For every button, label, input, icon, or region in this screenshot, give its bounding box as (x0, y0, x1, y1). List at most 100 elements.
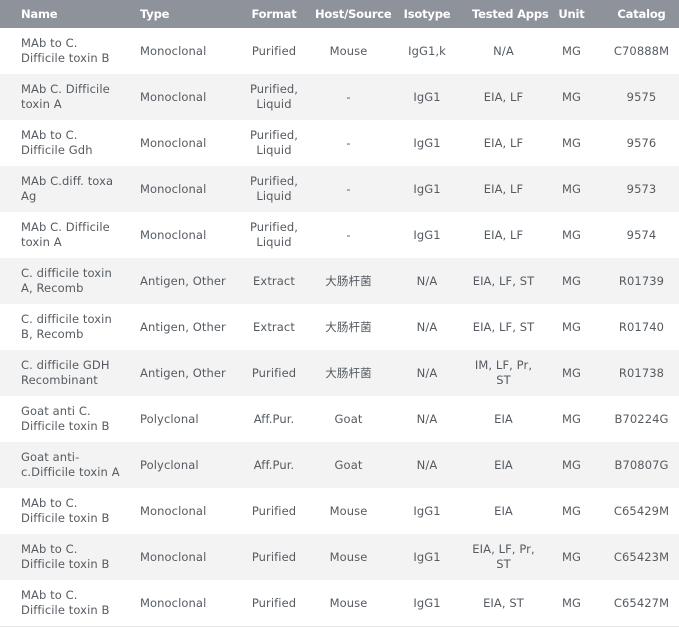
table-row[interactable]: MAb to C. Difficile toxin B Monoclonal Pur… (0, 580, 679, 626)
cell-host-source: - (346, 135, 351, 150)
cell-format: Purified (251, 503, 297, 518)
cell-name[interactable]: MAb to C. Difficile toxin B (0, 488, 130, 534)
cell-host-source: Goat (334, 411, 363, 426)
table-row[interactable]: C. difficile toxin B, Recomb Antigen, Oth… (0, 304, 679, 350)
cell-host-source: - (346, 181, 351, 196)
cell-catalog[interactable]: R01740 (604, 304, 679, 350)
cell-catalog[interactable]: 9576 (604, 120, 679, 166)
cell-isotype: IgG1 (413, 135, 441, 150)
cell-unit: MG (561, 319, 582, 334)
cell-type: Polyclonal (140, 411, 199, 426)
column-header-format[interactable]: Format (237, 0, 311, 28)
cell-unit: MG (561, 503, 582, 518)
cell-host-source: Goat (334, 457, 363, 472)
table-body: MAb to C. Difficile toxin B Monoclonal Pur… (0, 28, 679, 626)
cell-format: Extract (253, 319, 295, 334)
cell-catalog[interactable]: R01738 (604, 350, 679, 396)
cell-catalog[interactable]: B70224G (604, 396, 679, 442)
cell-name[interactable]: MAb C. Difficile toxin A (0, 74, 130, 120)
cell-host-source: Mouse (329, 549, 368, 564)
cell-format: Aff.Pur. (253, 411, 295, 426)
table-row[interactable]: Goat anti C. Difficile toxin B Polyclonal… (0, 396, 679, 442)
cell-type: Monoclonal (140, 43, 207, 58)
cell-name[interactable]: C. difficile GDH Recombinant (0, 350, 130, 396)
cell-host-source: - (346, 227, 351, 242)
cell-host-source: 大肠杆菌 (325, 319, 372, 334)
cell-catalog[interactable]: 9574 (604, 212, 679, 258)
cell-name[interactable]: MAb C.diff. toxa Ag (0, 166, 130, 212)
cell-tested-apps: EIA, LF (483, 135, 524, 150)
cell-type: Antigen, Other (140, 365, 226, 380)
table-row[interactable]: C. difficile GDH Recombinant Antigen, Oth… (0, 350, 679, 396)
cell-host-source: Mouse (329, 595, 368, 610)
column-header-tested-apps[interactable]: Tested Apps (468, 0, 549, 28)
product-table: Name Type Format Host/Source Isotype Tes… (0, 0, 679, 626)
cell-format: Purified (251, 43, 297, 58)
cell-format: Purified (251, 365, 297, 380)
cell-unit: MG (561, 89, 582, 104)
cell-type: Monoclonal (140, 227, 207, 242)
cell-catalog[interactable]: 9573 (604, 166, 679, 212)
cell-type: Antigen, Other (140, 319, 226, 334)
cell-name[interactable]: Goat anti C. Difficile toxin B (0, 396, 130, 442)
cell-type: Antigen, Other (140, 273, 226, 288)
table-row[interactable]: MAb C. Difficile toxin A Monoclonal Purifi… (0, 74, 679, 120)
cell-tested-apps: N/A (493, 43, 514, 58)
cell-catalog[interactable]: 9575 (604, 74, 679, 120)
cell-type: Monoclonal (140, 595, 207, 610)
table-row[interactable]: MAb to C. Difficile toxin B Monoclonal Pur… (0, 28, 679, 74)
cell-name[interactable]: MAb to C. Difficile toxin B (0, 28, 130, 74)
cell-host-source: 大肠杆菌 (325, 273, 372, 288)
cell-format: Aff.Pur. (253, 457, 295, 472)
cell-isotype: IgG1 (413, 503, 441, 518)
cell-catalog[interactable]: C65427M (604, 580, 679, 626)
cell-format: Extract (253, 273, 295, 288)
cell-catalog[interactable]: C70888M (604, 28, 679, 74)
cell-catalog[interactable]: B70807G (604, 442, 679, 488)
cell-unit: MG (561, 411, 582, 426)
cell-catalog[interactable]: R01739 (604, 258, 679, 304)
cell-name[interactable]: MAb C. Difficile toxin A (0, 212, 130, 258)
table-row[interactable]: MAb C.diff. toxa Ag Monoclonal Purified, L… (0, 166, 679, 212)
cell-host-source: Mouse (329, 43, 368, 58)
table-bottom-border (0, 626, 679, 627)
table-row[interactable]: MAb to C. Difficile Gdh Monoclonal Purifie… (0, 120, 679, 166)
cell-format: Purified (251, 549, 297, 564)
cell-name[interactable]: MAb to C. Difficile Gdh (0, 120, 130, 166)
cell-format: Purified (251, 595, 297, 610)
table-row[interactable]: MAb to C. Difficile toxin B Monoclonal Pur… (0, 488, 679, 534)
cell-catalog[interactable]: C65429M (604, 488, 679, 534)
cell-tested-apps: EIA, LF (483, 227, 524, 242)
cell-type: Monoclonal (140, 503, 207, 518)
column-header-isotype[interactable]: Isotype (386, 0, 468, 28)
cell-unit: MG (561, 273, 582, 288)
column-header-type[interactable]: Type (130, 0, 237, 28)
cell-name[interactable]: MAb to C. Difficile toxin B (0, 580, 130, 626)
table-row[interactable]: C. difficile toxin A, Recomb Antigen, Oth… (0, 258, 679, 304)
cell-tested-apps: EIA (494, 503, 513, 518)
cell-isotype: IgG1 (413, 181, 441, 196)
cell-name[interactable]: C. difficile toxin A, Recomb (0, 258, 130, 304)
table-row[interactable]: MAb C. Difficile toxin A Monoclonal Purifi… (0, 212, 679, 258)
cell-format: Purified, Liquid (249, 174, 299, 203)
cell-format: Purified, Liquid (249, 82, 299, 111)
cell-isotype: IgG1 (413, 227, 441, 242)
cell-type: Monoclonal (140, 135, 207, 150)
cell-name[interactable]: C. difficile toxin B, Recomb (0, 304, 130, 350)
cell-name[interactable]: MAb to C. Difficile toxin B (0, 534, 130, 580)
table-row[interactable]: Goat anti-c.Difficile toxin A Polyclonal A… (0, 442, 679, 488)
cell-tested-apps: EIA, LF, ST (472, 319, 535, 334)
cell-isotype: IgG1 (413, 595, 441, 610)
cell-name[interactable]: Goat anti-c.Difficile toxin A (0, 442, 130, 488)
column-header-name[interactable]: Name (0, 0, 130, 28)
column-header-catalog[interactable]: Catalog (604, 0, 679, 28)
cell-unit: MG (561, 595, 582, 610)
cell-tested-apps: IM, LF, Pr, ST (474, 358, 533, 387)
cell-unit: MG (561, 135, 582, 150)
cell-isotype: N/A (416, 319, 438, 334)
cell-isotype: IgG1,k (408, 43, 446, 58)
column-header-host-source[interactable]: Host/Source (311, 0, 392, 28)
table-header-row: Name Type Format Host/Source Isotype Tes… (0, 0, 679, 28)
table-row[interactable]: MAb to C. Difficile toxin B Monoclonal Pur… (0, 534, 679, 580)
cell-catalog[interactable]: C65423M (604, 534, 679, 580)
